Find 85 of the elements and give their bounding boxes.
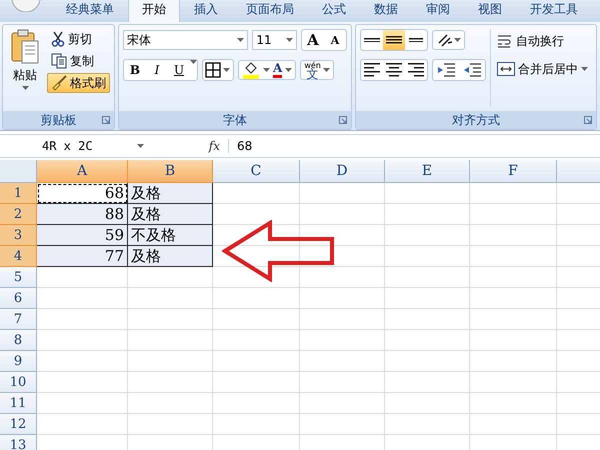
row-header[interactable]: 13 bbox=[0, 435, 37, 450]
column-header[interactable]: E bbox=[385, 160, 470, 183]
ribbon-tab[interactable]: 审阅 bbox=[412, 0, 464, 22]
column-header[interactable]: C bbox=[213, 160, 300, 183]
table-cell: 77 bbox=[37, 246, 128, 267]
dialog-launcher-icon[interactable] bbox=[102, 116, 110, 124]
ribbon-tab[interactable]: 视图 bbox=[464, 0, 516, 22]
caret-icon bbox=[237, 38, 244, 42]
ribbon-tab[interactable]: 经典菜单 bbox=[52, 0, 128, 22]
clipboard-button[interactable]: 格式刷 bbox=[47, 73, 110, 93]
vertical-align-button[interactable] bbox=[383, 30, 405, 50]
wrap-text-button[interactable]: 自动换行 bbox=[495, 29, 590, 53]
insert-function-button[interactable]: fx bbox=[150, 139, 229, 153]
shrink-font-button[interactable]: A bbox=[324, 30, 346, 50]
caret-icon bbox=[223, 68, 230, 72]
fill-bucket-icon[interactable] bbox=[242, 61, 260, 79]
ribbon-tab[interactable]: 公式 bbox=[308, 0, 360, 22]
font-name-combo[interactable]: 宋体 bbox=[123, 30, 248, 50]
caret-icon bbox=[322, 68, 330, 72]
copy-icon bbox=[51, 53, 67, 69]
row-header[interactable]: 3 bbox=[0, 225, 37, 246]
table-cell: 及格 bbox=[128, 204, 213, 225]
borders-icon[interactable] bbox=[203, 60, 223, 80]
row-header[interactable]: 10 bbox=[0, 372, 37, 393]
table-cell: 及格 bbox=[128, 183, 213, 204]
ribbon-tab[interactable]: 开发工具 bbox=[516, 0, 592, 22]
align-middle-icon bbox=[386, 36, 402, 44]
row-header[interactable]: 12 bbox=[0, 414, 37, 435]
caret-icon bbox=[454, 38, 461, 42]
ribbon-tab[interactable]: 数据 bbox=[360, 0, 412, 22]
caret-icon bbox=[190, 60, 197, 64]
caret-icon bbox=[286, 38, 293, 42]
font-size-combo[interactable]: 11 bbox=[252, 30, 297, 50]
group-label: 剪贴板 bbox=[3, 111, 114, 129]
row-header[interactable]: 1 bbox=[0, 183, 37, 204]
clipboard-button[interactable]: 剪切 bbox=[47, 29, 110, 49]
column-header[interactable]: D bbox=[300, 160, 385, 183]
scissors-icon bbox=[51, 31, 65, 47]
formula-field[interactable]: 68 bbox=[229, 139, 252, 153]
clipboard-icon bbox=[10, 29, 40, 65]
merge-cells-icon bbox=[497, 62, 515, 76]
name-box[interactable]: 4R x 2C bbox=[0, 135, 150, 157]
wrap-text-icon bbox=[497, 34, 513, 48]
group-label: 字体 bbox=[119, 111, 351, 129]
font-color-button[interactable]: A bbox=[273, 62, 282, 78]
column-header[interactable]: F bbox=[470, 160, 557, 183]
row-header[interactable]: 11 bbox=[0, 393, 37, 414]
row-header[interactable]: 4 bbox=[0, 246, 37, 267]
paintbrush-icon bbox=[51, 75, 67, 91]
column-header[interactable]: B bbox=[128, 160, 213, 183]
row-header[interactable]: 6 bbox=[0, 288, 37, 309]
align-right-icon bbox=[408, 63, 424, 77]
dialog-launcher-icon[interactable] bbox=[584, 116, 592, 124]
row-header[interactable]: 9 bbox=[0, 351, 37, 372]
ribbon-tab[interactable]: 开始 bbox=[128, 0, 180, 22]
table-cell: 59 bbox=[37, 225, 128, 246]
column-header[interactable]: A bbox=[37, 160, 128, 183]
caret-icon bbox=[263, 68, 270, 72]
merge-center-button[interactable]: 合并后居中 bbox=[495, 57, 590, 81]
caret-icon bbox=[285, 68, 292, 72]
align-bottom-icon bbox=[409, 38, 423, 42]
caret-icon bbox=[22, 86, 28, 90]
dialog-launcher-icon[interactable] bbox=[339, 116, 347, 124]
row-header[interactable]: 8 bbox=[0, 330, 37, 351]
caret-icon bbox=[137, 144, 144, 148]
table-cell: 不及格 bbox=[128, 225, 213, 246]
underline-button[interactable]: U bbox=[168, 60, 190, 80]
bold-button[interactable]: B bbox=[124, 60, 146, 80]
align-top-icon bbox=[364, 38, 380, 42]
row-header[interactable]: 7 bbox=[0, 309, 37, 330]
ribbon-tab[interactable]: 页面布局 bbox=[232, 0, 308, 22]
group-label: 对齐方式 bbox=[356, 111, 596, 129]
clipboard-button[interactable]: 复制 bbox=[47, 51, 110, 71]
ribbon-tab[interactable]: 插入 bbox=[180, 0, 232, 22]
table-cell: 及格 bbox=[128, 246, 213, 267]
table-cell: 68 bbox=[37, 183, 128, 204]
table-cell: 88 bbox=[37, 204, 128, 225]
align-left-icon bbox=[364, 63, 380, 77]
align-center-icon bbox=[386, 63, 402, 77]
paste-button[interactable]: 粘贴 bbox=[7, 29, 43, 107]
grow-font-button[interactable]: A bbox=[302, 30, 324, 50]
caret-icon bbox=[581, 67, 588, 71]
row-header[interactable]: 2 bbox=[0, 204, 37, 225]
italic-button[interactable]: I bbox=[146, 60, 168, 80]
row-header[interactable]: 5 bbox=[0, 267, 37, 288]
